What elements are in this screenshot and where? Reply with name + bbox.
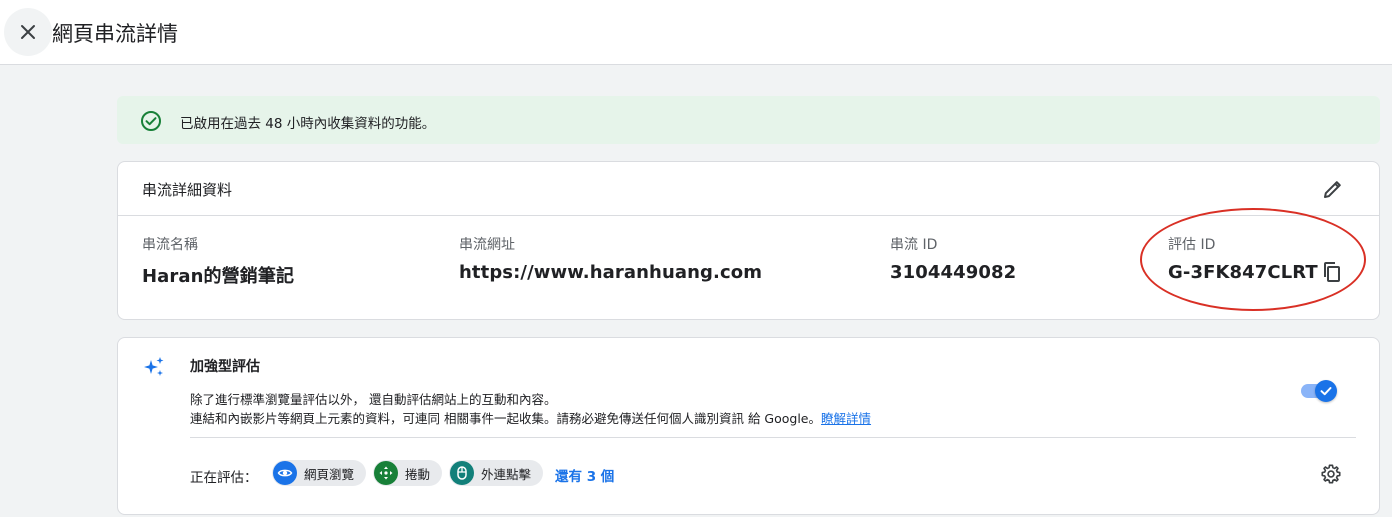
stream-url-field: 串流網址 https://www.haranhuang.com [459, 234, 762, 283]
toggle-knob [1315, 380, 1337, 402]
collection-enabled-banner: 已啟用在過去 48 小時內收集資料的功能。 [117, 96, 1380, 144]
eye-icon [273, 461, 297, 485]
enhanced-description-text: 連結和內嵌影片等網頁上元素的資料，可連同 相關事件一起收集。請務必避免傳送任何個… [190, 411, 822, 426]
more-events-link[interactable]: 還有 3 個 [555, 465, 614, 485]
close-button[interactable] [4, 8, 52, 56]
chip-label: 網頁瀏覽 [304, 466, 355, 482]
banner-text: 已啟用在過去 48 小時內收集資料的功能。 [180, 116, 436, 132]
sparkle-icon [144, 357, 164, 376]
gear-icon [1321, 464, 1341, 484]
enhanced-measurement-title: 加強型評估 [190, 359, 260, 375]
edit-button[interactable] [1321, 177, 1345, 201]
stream-details-title: 串流詳細資料 [142, 181, 233, 199]
measuring-label: 正在評估： [190, 470, 258, 486]
chip-label: 捲動 [405, 466, 431, 482]
close-icon [21, 25, 35, 39]
red-circle-annotation [1140, 208, 1366, 311]
stream-id-label: 串流 ID [890, 237, 938, 253]
pencil-icon [1324, 181, 1341, 198]
stream-name-field: 串流名稱 Haran的營銷筆記 [142, 234, 294, 288]
stream-url-label: 串流網址 [459, 237, 515, 253]
chip-outbound-clicks[interactable]: 外連點擊 [449, 460, 544, 486]
stream-name-label: 串流名稱 [142, 237, 198, 253]
enhanced-measurement-toggle[interactable] [1299, 380, 1339, 402]
stream-url-value: https://www.haranhuang.com [459, 262, 763, 283]
stream-details-card: 串流詳細資料 串流名稱 Haran的營銷筆記 串流網址 https://www.… [117, 161, 1380, 320]
divider [190, 437, 1356, 438]
chip-page-views[interactable]: 網頁瀏覽 [272, 460, 367, 486]
enhanced-description-line2: 連結和內嵌影片等網頁上元素的資料，可連同 相關事件一起收集。請務必避免傳送任何個… [190, 408, 871, 427]
mouse-icon [450, 461, 474, 485]
scroll-arrows-icon [374, 461, 398, 485]
enhanced-measurement-card: 加強型評估 除了進行標準瀏覽量評估以外， 還自動評估網站上的互動和內容。 連結和… [117, 337, 1380, 515]
check-circle-icon [141, 111, 161, 131]
learn-more-link[interactable]: 瞭解詳情 [821, 411, 871, 426]
check-icon [1320, 387, 1332, 396]
stream-id-field: 串流 ID 3104449082 [890, 234, 1016, 283]
chip-scrolls[interactable]: 捲動 [373, 460, 443, 486]
page-title: 網頁串流詳情 [52, 22, 178, 46]
settings-button[interactable] [1320, 463, 1342, 485]
top-bar: 網頁串流詳情 [0, 0, 1392, 65]
stream-id-value: 3104449082 [890, 262, 1017, 283]
stream-name-value: Haran的營銷筆記 [142, 266, 295, 287]
chip-label: 外連點擊 [481, 466, 532, 482]
stream-details-header: 串流詳細資料 [118, 162, 1379, 216]
enhanced-description-line1: 除了進行標準瀏覽量評估以外， 還自動評估網站上的互動和內容。 [190, 392, 557, 407]
